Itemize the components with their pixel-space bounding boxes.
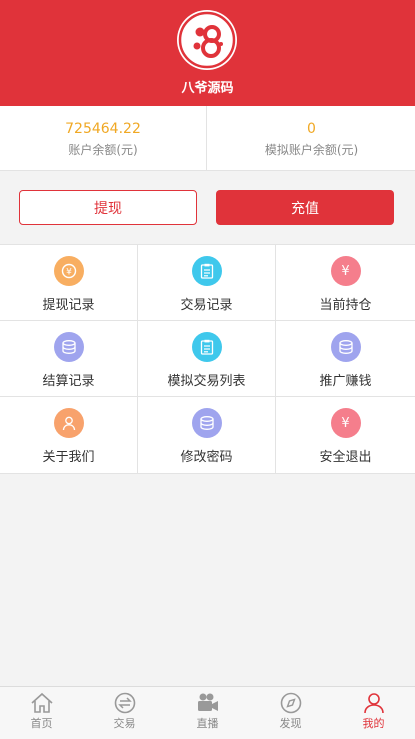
menu-item-trade-records[interactable]: 交易记录 [138,245,276,321]
menu-item-referral[interactable]: 推广赚钱 [276,321,415,397]
coin-icon: ¥ [53,256,84,286]
menu-item-label: 当前持仓 [319,298,372,313]
menu-item-settlement-records[interactable]: 结算记录 [0,321,138,397]
menu-item-label: 推广赚钱 [319,374,372,389]
compass-icon [280,692,301,714]
person-icon [363,693,384,714]
menu-item-change-password[interactable]: 修改密码 [138,397,276,473]
simulated-balance-value: 0 [307,121,316,137]
menu-item-about-us[interactable]: 关于我们 [0,397,138,473]
account-balance-label: 账户余额(元) [68,143,138,157]
tab-home[interactable]: 首页 [0,687,83,739]
menu-item-label: 交易记录 [180,298,233,313]
clipboard-icon [191,332,222,362]
withdraw-button[interactable]: 提现 [19,190,197,225]
simulated-balance-label: 模拟账户余额(元) [264,143,359,157]
exchange-icon [114,692,135,714]
tab-live[interactable]: 直播 [166,687,249,739]
account-balance: 725464.22 账户余额(元) [0,106,207,170]
menu-item-current-positions[interactable]: ¥ 当前持仓 [276,245,415,321]
profile-header: 八爷源码 [0,0,415,106]
menu-item-label: 结算记录 [42,374,95,389]
tab-trade[interactable]: 交易 [83,687,166,739]
bottom-tab-bar: 首页 交易 直播 发现 我的 [0,686,415,739]
recharge-button[interactable]: 充值 [216,190,394,225]
account-balance-value: 725464.22 [65,121,141,137]
menu-item-label: 提现记录 [42,298,95,313]
logo [177,10,237,70]
user-icon [53,408,84,438]
menu-item-withdraw-records[interactable]: ¥ 提现记录 [0,245,138,321]
menu-item-simulated-trades[interactable]: 模拟交易列表 [138,321,276,397]
tab-label: 交易 [113,717,136,730]
logo-mark-icon [178,11,236,69]
tab-label: 直播 [196,717,219,730]
yen-icon: ¥ [330,408,361,438]
menu-item-label: 修改密码 [180,450,233,465]
tab-discover[interactable]: 发现 [249,687,332,739]
video-camera-icon [197,693,218,711]
balance-panel: 725464.22 账户余额(元) 0 模拟账户余额(元) [0,106,415,171]
menu-item-label: 关于我们 [42,450,95,465]
tab-label: 我的 [362,717,385,730]
database-icon [330,332,361,362]
tab-label: 首页 [30,717,53,730]
menu-grid: ¥ 提现记录 交易记录 ¥ 当前持仓 结算记录 模拟交易列表 推广赚钱 关于我们 [0,244,415,474]
simulated-balance: 0 模拟账户余额(元) [208,106,415,170]
tab-label: 发现 [279,717,302,730]
clipboard-icon [191,256,222,286]
site-name: 八爷源码 [181,81,234,96]
database-icon [53,332,84,362]
database-icon [191,408,222,438]
tab-mine[interactable]: 我的 [332,687,415,739]
svg-text:¥: ¥ [66,268,72,278]
yen-icon: ¥ [330,256,361,286]
home-icon [30,692,53,713]
menu-item-label: 安全退出 [319,450,372,465]
menu-item-logout[interactable]: ¥ 安全退出 [276,397,415,473]
menu-item-label: 模拟交易列表 [167,374,246,389]
